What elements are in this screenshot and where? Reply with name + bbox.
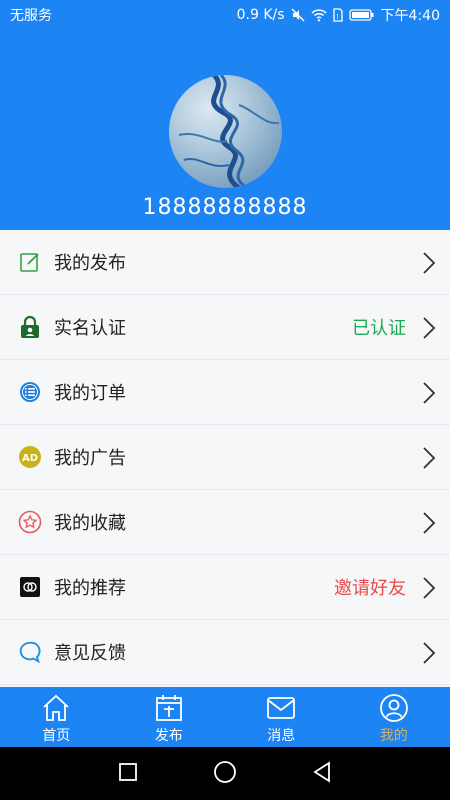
chevron-right-icon xyxy=(423,252,436,274)
invite-friends-text[interactable]: 邀请好友 xyxy=(334,574,406,600)
phone-number: 18888888888 xyxy=(142,195,308,220)
profile-header: 18888888888 xyxy=(0,30,450,230)
tab-profile[interactable]: 我的 xyxy=(338,687,450,747)
menu-item-my-orders[interactable]: 我的订单 xyxy=(0,360,450,425)
profile-icon xyxy=(378,693,410,723)
menu-item-label: 我的广告 xyxy=(54,448,126,469)
avatar[interactable] xyxy=(169,75,282,188)
recents-button[interactable] xyxy=(118,762,138,786)
message-icon xyxy=(265,693,297,723)
tab-label: 消息 xyxy=(267,728,296,744)
tab-home[interactable]: 首页 xyxy=(0,687,113,747)
menu-item-label: 意见反馈 xyxy=(54,643,126,664)
carrier-text: 无服务 xyxy=(10,8,52,24)
menu-item-label: 我的订单 xyxy=(54,383,126,404)
chevron-right-icon xyxy=(423,577,436,599)
tab-label: 首页 xyxy=(42,728,71,744)
sim-icon: ! xyxy=(332,8,343,22)
chevron-right-icon xyxy=(423,447,436,469)
order-list-icon xyxy=(18,380,42,404)
menu-item-recommend[interactable]: 我的推荐 邀请好友 xyxy=(0,555,450,620)
star-icon xyxy=(18,510,42,534)
menu-item-my-posts[interactable]: 我的发布 xyxy=(0,230,450,295)
network-speed: 0.9 K/s xyxy=(236,7,285,23)
menu-item-label: 实名认证 xyxy=(54,318,126,339)
status-bar: 无服务 0.9 K/s ! 下午4:40 xyxy=(0,0,450,30)
wifi-icon xyxy=(311,8,327,22)
feedback-icon xyxy=(18,640,42,664)
chevron-right-icon xyxy=(423,317,436,339)
chevron-right-icon xyxy=(423,512,436,534)
menu-item-my-ads[interactable]: AD 我的广告 xyxy=(0,425,450,490)
chevron-right-icon xyxy=(423,642,436,664)
menu-list: 我的发布 实名认证 已认证 我的订单 AD 我的广告 我的收藏 我的推荐 邀请好… xyxy=(0,230,450,685)
menu-item-label: 我的推荐 xyxy=(54,578,126,599)
clock: 下午4:40 xyxy=(380,8,440,24)
tab-label: 发布 xyxy=(154,728,183,744)
chevron-right-icon xyxy=(423,382,436,404)
lock-id-icon xyxy=(18,315,42,339)
svg-text:AD: AD xyxy=(22,453,38,464)
battery-icon xyxy=(348,8,375,22)
back-button[interactable] xyxy=(312,760,332,787)
system-nav-bar xyxy=(0,747,450,800)
verified-status: 已认证 xyxy=(352,318,406,339)
publish-icon xyxy=(153,693,185,723)
menu-item-label: 我的收藏 xyxy=(54,513,126,534)
tab-messages[interactable]: 消息 xyxy=(225,687,338,747)
mute-icon xyxy=(291,8,305,22)
menu-item-label: 我的发布 xyxy=(54,253,126,274)
tab-label: 我的 xyxy=(379,728,408,744)
menu-item-feedback[interactable]: 意见反馈 xyxy=(0,620,450,685)
menu-item-real-name-auth[interactable]: 实名认证 已认证 xyxy=(0,295,450,360)
ad-icon: AD xyxy=(18,445,42,469)
menu-item-favorites[interactable]: 我的收藏 xyxy=(0,490,450,555)
edit-icon xyxy=(18,250,42,274)
bottom-tab-bar: 首页 发布 消息 我的 xyxy=(0,687,450,747)
home-icon xyxy=(40,693,72,723)
home-button[interactable] xyxy=(213,760,237,788)
tab-publish[interactable]: 发布 xyxy=(113,687,226,747)
svg-text:!: ! xyxy=(336,13,339,21)
recommend-icon xyxy=(18,575,42,599)
